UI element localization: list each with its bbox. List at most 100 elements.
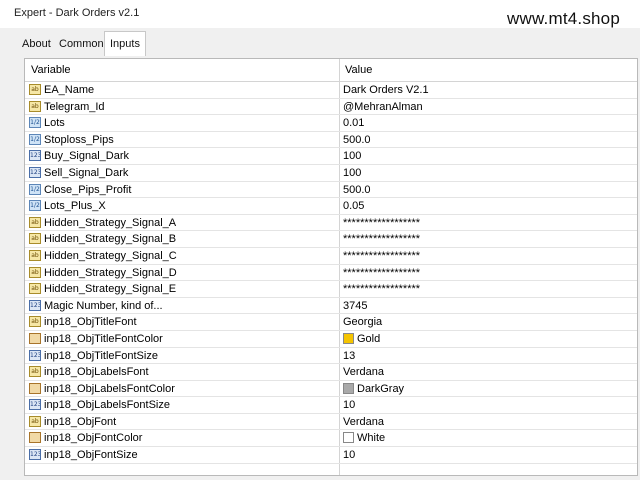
variable-name: Hidden_Strategy_Signal_E (44, 283, 177, 296)
tab-common[interactable]: Common (54, 34, 109, 54)
table-row[interactable]: ab Telegram_Id @MehranAlman (25, 99, 637, 116)
variable-value[interactable]: Verdana (343, 364, 384, 381)
color-swatch (343, 332, 354, 344)
table-row[interactable]: 123 inp18_ObjFontSize 10 (25, 447, 637, 464)
inputs-grid: Variable Value ab EA_Name Dark Orders V2.1… (24, 58, 638, 476)
table-row[interactable]: ab Hidden_Strategy_Signal_D **************… (25, 265, 637, 282)
color-type-icon (29, 332, 41, 344)
variable-name: Telegram_Id (44, 100, 105, 113)
variable-name: Buy_Signal_Dark (44, 150, 129, 163)
string-type-icon: ab (29, 233, 41, 245)
variable-value[interactable]: 100 (343, 148, 361, 165)
variable-value[interactable]: @MehranAlman (343, 99, 423, 116)
integer-type-icon: 123 (29, 399, 41, 411)
variable-value[interactable]: 100 (343, 165, 361, 182)
table-row[interactable]: ab Hidden_Strategy_Signal_E **************… (25, 281, 637, 298)
variable-value[interactable]: Dark Orders V2.1 (343, 82, 429, 99)
table-row[interactable]: 1/2 Lots_Plus_X 0.05 (25, 198, 637, 215)
variable-name: Hidden_Strategy_Signal_C (44, 249, 177, 262)
table-row[interactable]: 1/2 Stoploss_Pips 500.0 (25, 132, 637, 149)
color-swatch (343, 382, 354, 394)
variable-value[interactable]: ****************** (343, 265, 420, 282)
double-type-icon: 1/2 (29, 117, 41, 129)
table-row[interactable]: 123 Sell_Signal_Dark 100 (25, 165, 637, 182)
string-type-icon: ab (29, 316, 41, 328)
variable-name: Hidden_Strategy_Signal_B (44, 233, 177, 246)
string-type-icon: ab (29, 415, 41, 427)
table-row[interactable]: ab inp18_ObjFont Verdana (25, 414, 637, 431)
table-row[interactable]: 1/2 Lots 0.01 (25, 115, 637, 132)
table-row[interactable]: ab Hidden_Strategy_Signal_C **************… (25, 248, 637, 265)
table-row[interactable]: inp18_ObjLabelsFontColor DarkGray (25, 381, 637, 398)
table-row[interactable]: ab inp18_ObjTitleFont Georgia (25, 314, 637, 331)
table-row[interactable]: ab Hidden_Strategy_Signal_A **************… (25, 215, 637, 232)
variable-value[interactable]: DarkGray (343, 381, 404, 398)
table-row[interactable]: ab EA_Name Dark Orders V2.1 (25, 82, 637, 99)
integer-type-icon: 123 (29, 150, 41, 162)
integer-type-icon: 123 (29, 166, 41, 178)
variable-name: inp18_ObjLabelsFont (44, 366, 149, 379)
column-header-variable[interactable]: Variable (31, 59, 71, 81)
color-name: White (357, 432, 386, 445)
variable-value[interactable]: Gold (343, 331, 380, 348)
variable-value[interactable]: 0.01 (343, 115, 364, 132)
tab-about[interactable]: About (17, 34, 56, 54)
table-row[interactable]: inp18_ObjFontColor White (25, 430, 637, 448)
variable-value[interactable]: ****************** (343, 215, 420, 232)
string-type-icon: ab (29, 283, 41, 295)
tab-inputs[interactable]: Inputs (104, 31, 146, 56)
variable-value[interactable]: 0.05 (343, 198, 364, 215)
variable-name: Close_Pips_Profit (44, 183, 132, 196)
color-type-icon (29, 432, 41, 444)
column-header-value[interactable]: Value (345, 59, 372, 81)
variable-value[interactable]: 13 (343, 348, 355, 365)
variable-value[interactable]: 500.0 (343, 132, 371, 149)
table-row[interactable]: 123 Buy_Signal_Dark 100 (25, 148, 637, 165)
color-type-icon (29, 382, 41, 394)
variable-value[interactable]: White (343, 430, 385, 447)
variable-name: Magic Number, kind of... (44, 299, 163, 312)
double-type-icon: 1/2 (29, 183, 41, 195)
variable-name: inp18_ObjFontSize (44, 449, 138, 462)
variable-name: Hidden_Strategy_Signal_D (44, 266, 177, 279)
table-row[interactable]: 1/2 Close_Pips_Profit 500.0 (25, 182, 637, 199)
grid-rows: ab EA_Name Dark Orders V2.1 ab Telegram_Id @M… (25, 82, 637, 464)
variable-name: inp18_ObjFont (44, 415, 117, 428)
variable-value[interactable]: ****************** (343, 281, 420, 298)
string-type-icon: ab (29, 84, 41, 95)
variable-name: inp18_ObjLabelsFontSize (44, 399, 170, 412)
string-type-icon: ab (29, 366, 41, 378)
variable-name: inp18_ObjTitleFontSize (44, 349, 158, 362)
variable-name: inp18_ObjFontColor (44, 432, 143, 445)
variable-value[interactable]: 10 (343, 397, 355, 414)
string-type-icon: ab (29, 266, 41, 278)
table-row[interactable]: 123 Magic Number, kind of... 3745 (25, 298, 637, 315)
variable-name: EA_Name (44, 84, 95, 96)
variable-value[interactable]: Verdana (343, 414, 384, 431)
variable-name: Hidden_Strategy_Signal_A (44, 216, 177, 229)
variable-value[interactable]: Georgia (343, 314, 382, 331)
integer-type-icon: 123 (29, 449, 41, 461)
integer-type-icon: 123 (29, 349, 41, 361)
title-bar: Expert - Dark Orders v2.1 www.mt4.shop (0, 0, 640, 28)
color-name: DarkGray (357, 382, 405, 395)
variable-value[interactable]: ****************** (343, 231, 420, 248)
table-row[interactable]: 123 inp18_ObjLabelsFontSize 10 (25, 397, 637, 414)
variable-value[interactable]: 10 (343, 447, 355, 464)
table-row[interactable]: ab inp18_ObjLabelsFont Verdana (25, 364, 637, 381)
variable-name: Sell_Signal_Dark (44, 166, 129, 179)
table-row[interactable]: ab Hidden_Strategy_Signal_B **************… (25, 231, 637, 248)
color-swatch (343, 432, 354, 444)
integer-type-icon: 123 (29, 299, 41, 311)
variable-name: Stoploss_Pips (44, 133, 114, 146)
table-row[interactable]: 123 inp18_ObjTitleFontSize 13 (25, 348, 637, 365)
watermark-text: www.mt4.shop (507, 9, 620, 28)
variable-name: inp18_ObjTitleFontColor (44, 332, 163, 345)
variable-name: inp18_ObjTitleFont (44, 316, 137, 329)
variable-value[interactable]: 500.0 (343, 182, 371, 199)
variable-name: Lots (44, 117, 65, 130)
variable-value[interactable]: 3745 (343, 298, 367, 315)
table-row[interactable]: inp18_ObjTitleFontColor Gold (25, 331, 637, 348)
variable-value[interactable]: ****************** (343, 248, 420, 265)
double-type-icon: 1/2 (29, 200, 41, 212)
